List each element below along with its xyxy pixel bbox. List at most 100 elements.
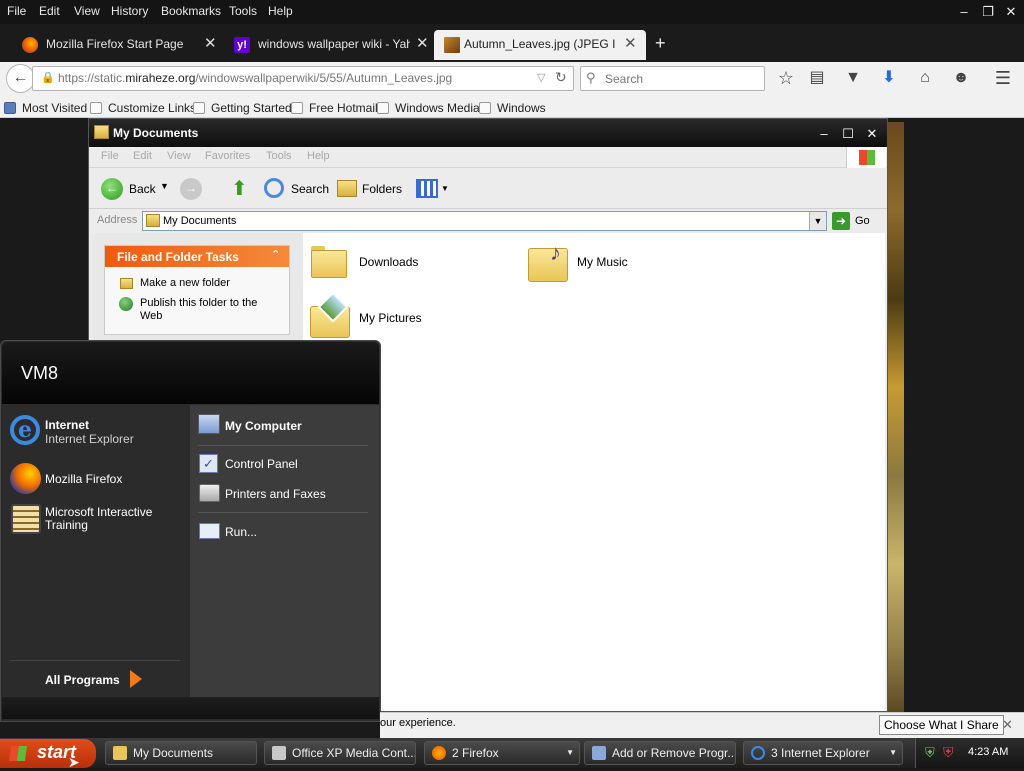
close-tab-icon[interactable]: ✕ xyxy=(204,30,217,58)
menu-history[interactable]: History xyxy=(111,4,148,18)
choose-share-button[interactable]: Choose What I Share xyxy=(879,715,1004,735)
bookmark-customize-links[interactable]: Customize Links xyxy=(90,101,196,115)
all-programs[interactable]: All Programs xyxy=(45,673,120,687)
folders-icon[interactable] xyxy=(337,180,357,197)
downloads-folder-icon[interactable] xyxy=(311,243,347,279)
window-title: My Documents xyxy=(113,126,199,140)
menu-favorites[interactable]: Favorites xyxy=(205,150,250,162)
image-icon xyxy=(444,37,460,53)
back-arrow-icon[interactable]: ← xyxy=(101,178,123,200)
tab-autumn-leaves[interactable]: Autumn_Leaves.jpg (JPEG Im... ✕ xyxy=(434,30,646,60)
bookmark-windows[interactable]: Windows xyxy=(479,101,546,115)
up-folder-icon[interactable]: ⬆ xyxy=(231,176,248,201)
taskbar-add-remove[interactable]: Add or Remove Progr... xyxy=(584,741,736,765)
download-icon[interactable]: ⬇ xyxy=(876,66,902,90)
task-make-new-folder[interactable]: Make a new folder xyxy=(140,277,230,289)
url-text[interactable]: https://static.miraheze.org/windowswallp… xyxy=(58,71,452,85)
start-item-firefox[interactable]: Mozilla Firefox xyxy=(45,472,122,486)
close-icon[interactable]: ✕ xyxy=(862,124,882,143)
start-item-run[interactable]: Run... xyxy=(225,525,257,539)
restore-icon[interactable]: ❐ xyxy=(979,3,997,20)
hamburger-menu-icon[interactable]: ☰ xyxy=(990,66,1016,90)
menu-bookmarks[interactable]: Bookmarks xyxy=(161,4,221,18)
menu-help[interactable]: Help xyxy=(268,4,293,18)
home-icon[interactable]: ⌂ xyxy=(912,66,938,90)
chevron-down-icon[interactable]: ▼ xyxy=(160,181,169,191)
task-publish-folder[interactable]: Publish this folder to the Web xyxy=(140,297,280,323)
new-tab-icon[interactable]: + xyxy=(655,33,666,54)
lock-icon[interactable]: 🔒 xyxy=(41,71,55,84)
pocket-icon[interactable]: ▼ xyxy=(840,66,866,90)
taskbar-office-xp[interactable]: Office XP Media Cont... xyxy=(264,741,416,765)
bookmark-free-hotmail[interactable]: Free Hotmail xyxy=(291,101,378,115)
start-item-my-computer[interactable]: My Computer xyxy=(225,419,302,433)
dropdown-icon[interactable]: ▽ xyxy=(537,71,545,84)
address-label: Address xyxy=(97,214,138,226)
add-remove-icon xyxy=(592,746,606,760)
address-input[interactable]: My Documents ▼ xyxy=(142,211,827,231)
chevron-down-icon: ▼ xyxy=(889,748,897,757)
menu-view[interactable]: View xyxy=(74,4,100,18)
search-button[interactable]: Search xyxy=(291,182,329,196)
window-titlebar[interactable]: My Documents – ☐ ✕ xyxy=(89,119,887,147)
start-button[interactable]: start xyxy=(0,739,96,768)
close-tab-icon[interactable]: ✕ xyxy=(624,30,637,58)
tasks-header[interactable]: File and Folder Tasks ⌃ xyxy=(105,246,289,267)
collapse-chevron-icon[interactable]: ⌃ xyxy=(271,248,280,261)
start-item-training[interactable]: Microsoft Interactive Training xyxy=(45,506,180,532)
search-icon[interactable] xyxy=(264,178,284,198)
notification-text: our experience. xyxy=(380,717,456,729)
minimize-icon[interactable]: – xyxy=(814,124,834,143)
network-icon[interactable]: ⛨ xyxy=(925,745,935,761)
tab-firefox-start[interactable]: Mozilla Firefox Start Page ✕ xyxy=(10,30,222,60)
tab-yahoo[interactable]: y! windows wallpaper wiki - Yaho... ✕ xyxy=(222,30,434,60)
menu-edit[interactable]: Edit xyxy=(133,150,152,162)
explorer-toolbar: ← Back ▼ → ⬆ Search Folders ▼ xyxy=(89,169,887,209)
start-item-internet-sub[interactable]: Internet Explorer xyxy=(45,432,134,446)
start-item-internet[interactable]: Internet xyxy=(45,418,89,432)
menu-help[interactable]: Help xyxy=(307,150,330,162)
taskbar-firefox-group[interactable]: 2 Firefox ▼ xyxy=(424,741,580,765)
forward-arrow-icon[interactable]: → xyxy=(180,178,202,200)
menu-edit[interactable]: Edit xyxy=(39,4,60,18)
music-folder-icon[interactable]: ♪ xyxy=(528,240,568,284)
views-icon[interactable] xyxy=(416,179,438,198)
bookmark-windows-media[interactable]: Windows Media xyxy=(377,101,480,115)
taskbar-ie-group[interactable]: 3 Internet Explorer ▼ xyxy=(743,741,903,765)
pictures-folder-icon[interactable] xyxy=(310,291,352,338)
item-my-music[interactable]: My Music xyxy=(577,255,628,269)
close-icon[interactable]: ✕ xyxy=(1002,717,1013,733)
security-shield-icon[interactable]: ⛨ xyxy=(943,744,954,761)
item-downloads[interactable]: Downloads xyxy=(359,255,418,269)
menu-file[interactable]: File xyxy=(101,150,119,162)
minimize-icon[interactable]: – xyxy=(955,3,973,20)
folders-button[interactable]: Folders xyxy=(362,182,402,196)
close-icon[interactable]: ✕ xyxy=(1002,3,1020,20)
menu-tools[interactable]: Tools xyxy=(229,4,257,18)
item-my-pictures[interactable]: My Pictures xyxy=(359,311,422,325)
clock: 4:23 AM xyxy=(968,746,1009,758)
reload-icon[interactable]: ↻ xyxy=(555,69,567,86)
maximize-icon[interactable]: ☐ xyxy=(838,124,858,143)
go-arrow-icon[interactable]: ➜ xyxy=(832,212,850,230)
chevron-down-icon[interactable]: ▼ xyxy=(809,212,826,230)
taskbar-my-documents[interactable]: My Documents xyxy=(105,741,257,765)
star-icon[interactable]: ☆ xyxy=(773,66,799,90)
firefox-icon xyxy=(432,746,446,760)
start-item-control-panel[interactable]: Control Panel xyxy=(225,457,298,471)
menu-file[interactable]: File xyxy=(7,4,26,18)
bookmark-most-visited[interactable]: Most Visited xyxy=(4,101,87,115)
start-item-printers-faxes[interactable]: Printers and Faxes xyxy=(225,487,326,501)
back-button[interactable]: Back xyxy=(129,182,156,196)
search-input[interactable]: ⚲ Search xyxy=(580,66,765,91)
chevron-down-icon[interactable]: ▼ xyxy=(441,184,449,193)
go-button[interactable]: Go xyxy=(855,215,870,227)
menu-tools[interactable]: Tools xyxy=(266,150,292,162)
all-programs-arrow-icon[interactable] xyxy=(130,670,142,688)
chat-icon[interactable]: ☻ xyxy=(948,66,974,90)
reading-list-icon[interactable]: ▤ xyxy=(804,66,830,90)
bookmark-getting-started[interactable]: Getting Started xyxy=(193,101,292,115)
back-arrow-icon[interactable]: ← xyxy=(6,64,35,93)
close-tab-icon[interactable]: ✕ xyxy=(416,30,429,58)
menu-view[interactable]: View xyxy=(167,150,191,162)
